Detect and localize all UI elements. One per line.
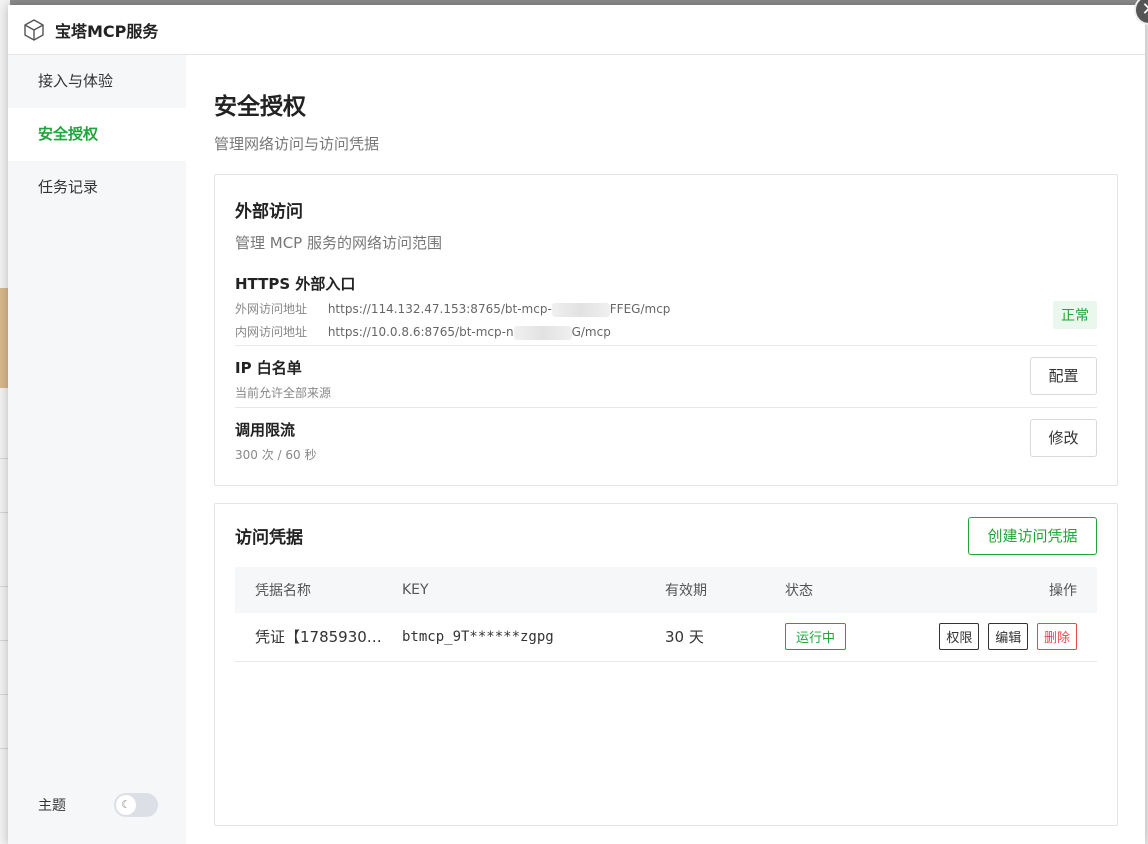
external-access-card: 外部访问 管理 MCP 服务的网络访问范围 HTTPS 外部入口 外网访问地址 … (214, 174, 1118, 486)
table-header-row: 凭据名称 KEY 有效期 状态 操作 (235, 567, 1097, 613)
private-address-suffix: G/mcp (571, 325, 611, 339)
private-address-label: 内网访问地址 (235, 325, 308, 339)
edit-button[interactable]: 编辑 (988, 623, 1029, 651)
page-title: 安全授权 (214, 94, 306, 120)
theme-label: 主题 (38, 798, 66, 814)
table-row: 凭证【1785930… btmcp_9T******zgpg 30 天 运行中 … (235, 613, 1097, 662)
rate-limit-title: 调用限流 (235, 421, 296, 439)
credentials-title: 访问凭据 (235, 528, 303, 548)
rate-limit-desc: 300 次 / 60 秒 (235, 448, 317, 462)
credential-expiry: 30 天 (665, 613, 785, 662)
credential-actions: 权限 编辑 删除 (915, 613, 1097, 662)
configure-button[interactable]: 配置 (1030, 357, 1097, 395)
ip-whitelist-title: IP 白名单 (235, 359, 302, 377)
redacted-blur (513, 325, 572, 340)
main-content: 安全授权 管理网络访问与访问凭据 外部访问 管理 MCP 服务的网络访问范围 H… (214, 55, 1118, 826)
private-address-line: 内网访问地址 https://10.0.8.6:8765/bt-mcp-n G/m… (235, 323, 1097, 340)
private-address-prefix: https://10.0.8.6:8765/bt-mcp-n (327, 325, 514, 339)
mcp-service-dialog: 宝塔MCP服务 ✕ 接入与体验 安全授权 任务记录 主题 ☾ 安全授权 管理网络… (8, 0, 1148, 844)
credentials-card: 访问凭据 创建访问凭据 凭据名称 KEY 有效期 状态 操作 凭证【178593… (214, 503, 1118, 826)
credential-key: btmcp_9T******zgpg (402, 613, 665, 662)
moon-icon: ☾ (116, 795, 136, 815)
credentials-table: 凭据名称 KEY 有效期 状态 操作 凭证【1785930… btmcp_9T*… (235, 567, 1097, 662)
public-address-suffix: FFEG/mcp (609, 302, 671, 316)
public-address-line: 外网访问地址 https://114.132.47.153:8765/bt-mc… (235, 300, 1097, 317)
close-icon: ✕ (1141, 0, 1148, 20)
status-badge: 正常 (1053, 301, 1097, 329)
column-header-name: 凭据名称 (255, 583, 311, 599)
external-access-subtitle: 管理 MCP 服务的网络访问范围 (235, 234, 442, 252)
https-entry-title: HTTPS 外部入口 (235, 275, 356, 293)
status-tag: 运行中 (785, 623, 847, 651)
https-entry-row: HTTPS 外部入口 外网访问地址 https://114.132.47.153… (235, 253, 1097, 346)
theme-toggle[interactable]: ☾ (114, 793, 158, 817)
column-header-key: KEY (402, 582, 429, 598)
credentials-header: 访问凭据 创建访问凭据 (235, 504, 1097, 567)
public-address-label: 外网访问地址 (235, 302, 308, 316)
edit-rate-limit-button[interactable]: 修改 (1030, 419, 1097, 457)
redacted-blur (551, 302, 610, 317)
create-credential-button[interactable]: 创建访问凭据 (968, 516, 1097, 555)
cube-icon (24, 18, 44, 41)
page-subtitle: 管理网络访问与访问凭据 (214, 135, 380, 153)
column-header-expiry: 有效期 (665, 583, 707, 599)
external-access-title: 外部访问 (235, 202, 303, 222)
sidebar-item-security[interactable]: 安全授权 (8, 108, 186, 161)
sidebar-item-tasks[interactable]: 任务记录 (8, 161, 186, 214)
column-header-actions: 操作 (1049, 583, 1077, 599)
sidebar: 接入与体验 安全授权 任务记录 主题 ☾ (8, 55, 186, 844)
dialog-titlebar: 宝塔MCP服务 (8, 5, 1145, 55)
ip-whitelist-row: IP 白名单 当前允许全部来源 配置 (235, 346, 1097, 408)
dialog-title: 宝塔MCP服务 (55, 21, 159, 41)
permissions-button[interactable]: 权限 (939, 623, 980, 651)
sidebar-item-access[interactable]: 接入与体验 (8, 55, 186, 108)
ip-whitelist-desc: 当前允许全部来源 (235, 386, 332, 400)
delete-button[interactable]: 删除 (1036, 623, 1077, 651)
theme-row: 主题 ☾ (38, 793, 168, 817)
credential-name: 凭证【1785930… (235, 613, 402, 662)
credential-status-cell: 运行中 (785, 613, 915, 662)
rate-limit-row: 调用限流 300 次 / 60 秒 修改 (235, 408, 1097, 470)
public-address-prefix: https://114.132.47.153:8765/bt-mcp- (327, 302, 552, 316)
column-header-status: 状态 (785, 583, 813, 599)
